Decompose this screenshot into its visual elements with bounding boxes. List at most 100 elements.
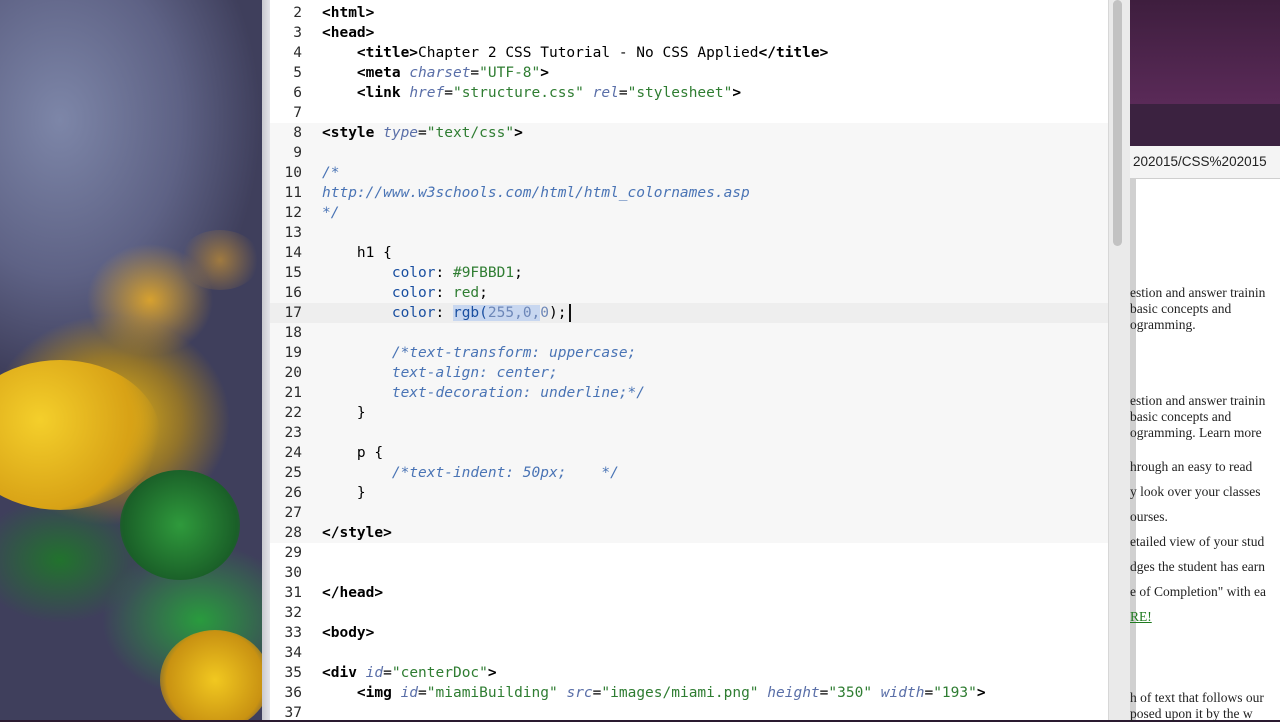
code-text[interactable]: <title>Chapter 2 CSS Tutorial - No CSS A… (322, 43, 828, 63)
code-text[interactable]: /* (322, 163, 339, 183)
browser-address-bar[interactable]: 202015/CSS%202015 (1130, 146, 1280, 179)
code-text[interactable]: */ (322, 203, 339, 223)
code-line[interactable]: 32 (270, 603, 1108, 623)
code-line[interactable]: 14 h1 { (270, 243, 1108, 263)
code-line[interactable]: 4 <title>Chapter 2 CSS Tutorial - No CSS… (270, 43, 1108, 63)
code-token: color (391, 285, 436, 301)
browser-page-edge (1130, 178, 1136, 720)
code-line[interactable]: 29 (270, 543, 1108, 563)
code-line[interactable]: 35 <div id="centerDoc"> (270, 663, 1108, 683)
code-line[interactable]: 18 (270, 323, 1108, 343)
code-token: <html> (322, 5, 375, 21)
page-link[interactable]: RE! (1130, 609, 1152, 625)
code-text[interactable]: p { (322, 443, 383, 463)
code-editor[interactable]: 2 <html> 3 <head> 4 <title>Chapter 2 CSS Tut… (270, 0, 1108, 720)
code-text[interactable]: <style type="text/css"> (322, 123, 523, 143)
code-token: rgb (452, 305, 480, 321)
code-line[interactable]: 16 color: red; (270, 283, 1108, 303)
code-text[interactable]: } (322, 483, 366, 503)
code-line[interactable]: 26 } (270, 483, 1108, 503)
code-line[interactable]: 37 (270, 703, 1108, 720)
code-line[interactable]: 33 <body> (270, 623, 1108, 643)
code-line[interactable]: 8 <style type="text/css"> (270, 123, 1108, 143)
line-number: 21 (284, 385, 302, 401)
code-line[interactable]: 17 color: rgb(255,0,0); (270, 303, 1108, 323)
code-line[interactable]: 5 <meta charset="UTF-8"> (270, 63, 1108, 83)
code-line[interactable]: 11 http://www.w3schools.com/html/html_col… (270, 183, 1108, 203)
code-token: : (435, 265, 453, 281)
code-line[interactable]: 10 /* (270, 163, 1108, 183)
code-token: 255,0, (487, 305, 541, 321)
code-text[interactable]: <meta charset="UTF-8"> (322, 63, 549, 83)
code-text[interactable]: /*text-transform: uppercase; (322, 343, 636, 363)
code-token: http://www.w3schools.com/html/html_color… (322, 185, 750, 201)
code-text[interactable]: /*text-indent: 50px; */ (322, 463, 619, 483)
code-text[interactable]: text-align: center; (322, 363, 558, 383)
editor-scrollbar-thumb[interactable] (1113, 0, 1122, 246)
code-line[interactable]: 25 /*text-indent: 50px; */ (270, 463, 1108, 483)
browser-url-text[interactable]: 202015/CSS%202015 (1133, 154, 1267, 169)
code-token: > (732, 85, 742, 101)
code-line[interactable]: 2 <html> (270, 3, 1108, 23)
code-token: <head> (322, 25, 375, 41)
code-line[interactable]: 22 } (270, 403, 1108, 423)
line-number: 16 (284, 285, 302, 301)
code-text[interactable]: <html> (322, 3, 374, 23)
code-token: </title> (758, 45, 829, 61)
page-text-line: estion and answer trainin (1130, 285, 1266, 300)
code-text[interactable]: <link href="structure.css" rel="styleshe… (322, 83, 741, 103)
code-text[interactable]: text-decoration: underline;*/ (322, 383, 645, 403)
code-line[interactable]: 23 (270, 423, 1108, 443)
code-token: } (356, 405, 366, 421)
code-token: text-decoration: underline;*/ (391, 385, 646, 401)
line-number: 37 (284, 705, 302, 720)
code-line[interactable]: 24 p { (270, 443, 1108, 463)
code-line[interactable]: 7 (270, 103, 1108, 123)
code-text[interactable]: </style> (322, 523, 392, 543)
code-token: "UTF-8" (479, 65, 541, 81)
code-line[interactable]: 30 (270, 563, 1108, 583)
code-line[interactable]: 15 color: #9FBBD1; (270, 263, 1108, 283)
code-text[interactable]: h1 { (322, 243, 392, 263)
code-text[interactable]: http://www.w3schools.com/html/html_color… (322, 183, 750, 203)
browser-titlebar (1130, 0, 1280, 104)
editor-scrollbar[interactable] (1108, 0, 1131, 720)
code-text[interactable]: } (322, 403, 366, 423)
line-number: 14 (284, 245, 302, 261)
code-text[interactable]: <body> (322, 623, 374, 643)
code-token: ; (514, 265, 523, 281)
code-line[interactable]: 27 (270, 503, 1108, 523)
code-line[interactable]: 34 (270, 643, 1108, 663)
code-token: ( (479, 305, 488, 321)
code-token: red (452, 285, 480, 301)
code-text[interactable]: <img id="miamiBuilding" src="images/miam… (322, 683, 986, 703)
line-number: 27 (284, 505, 302, 521)
code-text[interactable]: <div id="centerDoc"> (322, 663, 497, 683)
code-line[interactable]: 3 <head> (270, 23, 1108, 43)
code-line[interactable]: 9 (270, 143, 1108, 163)
code-line[interactable]: 19 /*text-transform: uppercase; (270, 343, 1108, 363)
line-number: 13 (284, 225, 302, 241)
code-line[interactable]: 12 */ (270, 203, 1108, 223)
code-line[interactable]: 13 (270, 223, 1108, 243)
code-line[interactable]: 36 <img id="miamiBuilding" src="images/m… (270, 683, 1108, 703)
code-line[interactable]: 28 </style> (270, 523, 1108, 543)
code-token: = (618, 85, 628, 101)
code-text[interactable]: </head> (322, 583, 383, 603)
code-line[interactable]: 20 text-align: center; (270, 363, 1108, 383)
code-text[interactable]: color: rgb(255,0,0); (322, 303, 567, 323)
code-line[interactable]: 21 text-decoration: underline;*/ (270, 383, 1108, 403)
code-token: href (409, 85, 445, 101)
code-text[interactable]: color: red; (322, 283, 488, 303)
code-token: : (435, 285, 453, 301)
line-number: 20 (284, 365, 302, 381)
code-line[interactable]: 6 <link href="structure.css" rel="styles… (270, 83, 1108, 103)
code-token: Chapter 2 CSS Tutorial - No CSS Applied (418, 45, 759, 61)
text-cursor-icon (569, 304, 571, 322)
code-line[interactable]: 31 </head> (270, 583, 1108, 603)
code-text[interactable]: <head> (322, 23, 374, 43)
code-token: src (566, 685, 593, 701)
code-text[interactable]: color: #9FBBD1; (322, 263, 523, 283)
